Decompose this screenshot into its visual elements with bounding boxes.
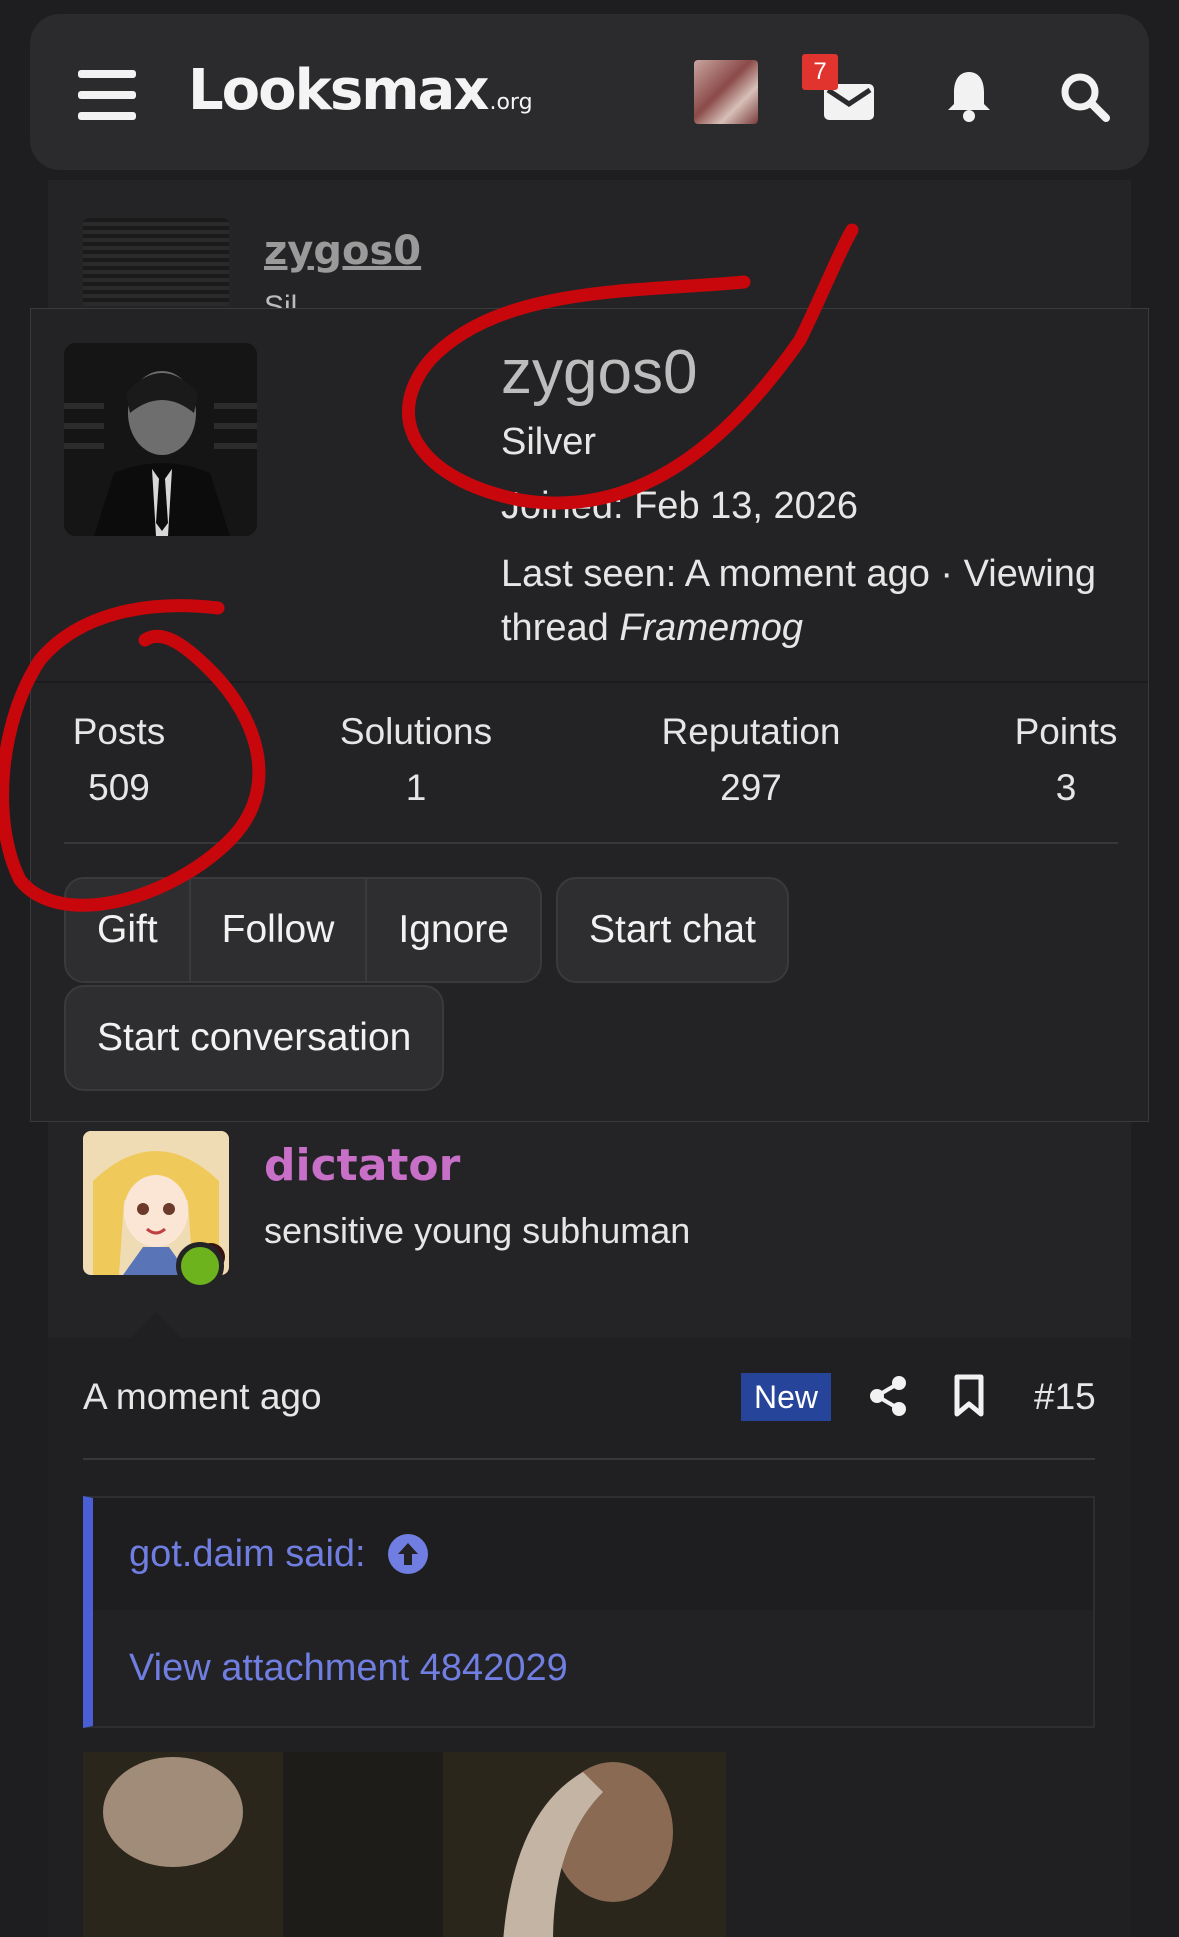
account-avatar[interactable] [694,60,758,124]
profile-avatar[interactable] [64,343,257,536]
dictator-username-link[interactable]: dictator [264,1140,460,1191]
new-badge: New [741,1373,831,1421]
profile-action-group: Gift Follow Ignore [64,877,542,983]
zygos0-username-link[interactable]: zygos0 [264,228,421,274]
stat-reputation: Reputation 297 [661,711,841,808]
share-icon[interactable] [868,1374,908,1418]
online-status-icon [176,1242,224,1290]
profile-username[interactable]: zygos0 [501,337,697,408]
notification-count-badge: 7 [802,54,838,90]
member-tooltip-popup: zygos0 Silver Joined: Feb 13, 2026 Last … [30,308,1149,1122]
post-number-link[interactable]: #15 [1034,1376,1096,1418]
arrow-up-circle-icon[interactable] [387,1534,428,1574]
search-icon[interactable] [1056,68,1114,126]
attachment-link[interactable]: View attachment 4842029 [93,1610,1093,1726]
divider [64,842,1118,844]
start-conversation-button[interactable]: Start conversation [64,985,445,1091]
ignore-button[interactable]: Ignore [367,879,540,981]
post-arrow-notch [128,1312,184,1340]
site-logo[interactable]: Looksmax.org [188,58,533,123]
profile-last-seen: Last seen: A moment ago · Viewing thread… [501,553,1096,649]
quote-block: got.daim said: View attachment 4842029 [83,1496,1095,1728]
stat-solutions: Solutions 1 [339,711,493,808]
bookmark-icon[interactable] [952,1374,986,1418]
zygos0-post-avatar[interactable] [83,218,229,306]
divider [31,681,1148,683]
dictator-user-title: sensitive young subhuman [264,1210,691,1251]
divider [83,1458,1095,1460]
menu-icon[interactable] [78,70,136,120]
bell-icon[interactable] [940,66,998,124]
stat-posts[interactable]: Posts 509 [64,711,174,809]
top-nav-bar: Looksmax.org 7 [30,14,1149,170]
quote-author[interactable]: got.daim said: [129,1533,366,1576]
post-timestamp[interactable]: A moment ago [83,1376,322,1418]
viewing-thread-link[interactable]: Framemog [619,607,803,649]
start-chat-button[interactable]: Start chat [556,877,789,983]
post-embedded-image[interactable] [83,1752,726,1937]
profile-rank: Silver [501,421,597,463]
zygos0-user-title: Sil [264,290,298,308]
gift-button[interactable]: Gift [66,879,191,981]
profile-joined-date: Joined: Feb 13, 2026 [501,485,859,527]
stat-points[interactable]: Points 3 [1011,711,1121,809]
quote-header[interactable]: got.daim said: [93,1498,1093,1610]
follow-button[interactable]: Follow [190,879,368,981]
